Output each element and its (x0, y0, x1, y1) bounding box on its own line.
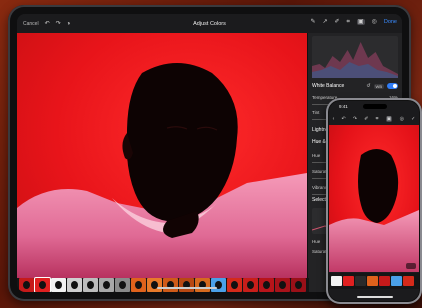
filmstrip-thumb[interactable]: 003 (83, 278, 98, 292)
filmstrip-thumb[interactable]: 010 (195, 278, 210, 292)
thumb-silhouette (279, 281, 286, 289)
phone-portrait-image (329, 149, 419, 272)
crop-icon[interactable]: ⌗ (347, 19, 350, 25)
thumb-silhouette (247, 281, 254, 289)
white-balance-title: White Balance (312, 83, 345, 89)
thumb-silhouette (119, 281, 126, 289)
adjust-colors-icon[interactable]: ▣ (385, 116, 393, 122)
phone-filmstrip-thumb[interactable] (379, 276, 390, 286)
white-balance-toggle[interactable] (387, 83, 398, 89)
home-indicator (157, 287, 217, 289)
filmstrip-thumb[interactable]: 006 (131, 278, 146, 292)
filmstrip-thumb[interactable]: 013 (243, 278, 258, 292)
back-icon[interactable]: ‹ (333, 116, 335, 122)
portrait-image (17, 63, 307, 278)
phone-photo-canvas[interactable] (329, 125, 419, 272)
thumb-silhouette (71, 281, 78, 289)
thumb-silhouette (103, 281, 110, 289)
filmstrip-thumb[interactable]: 004 (99, 278, 114, 292)
tint-label: Tint (312, 110, 320, 115)
phone-filmstrip-thumb[interactable] (367, 276, 378, 286)
undo-icon[interactable]: ↶ (45, 21, 50, 27)
cancel-button[interactable]: Cancel (23, 21, 39, 27)
status-time: 9:41 (339, 104, 348, 109)
thumb-silhouette (231, 281, 238, 289)
pencil-icon[interactable]: ✐ (335, 19, 340, 25)
crop-icon[interactable]: ⌗ (376, 116, 379, 122)
layers-icon[interactable]: ◎ (372, 19, 377, 25)
selective-hue-label: Hue (312, 239, 321, 244)
wb-badge[interactable]: WB (373, 83, 384, 89)
phone-filmstrip (329, 273, 419, 289)
phone-filmstrip-thumb[interactable] (355, 276, 366, 286)
iphone-device: 9:41 ‹ ↶ ↷ ✐ ⌗ ▣ ◎ ✓ (326, 98, 422, 304)
filmstrip-thumb[interactable]: 014 (259, 278, 274, 292)
filmstrip-thumb[interactable] (19, 278, 34, 292)
filmstrip-thumb[interactable]: 011 (211, 278, 226, 292)
filmstrip-thumb[interactable]: 016 (291, 278, 306, 292)
phone-toolbar: ‹ ↶ ↷ ✐ ⌗ ▣ ◎ ✓ (329, 114, 419, 124)
done-button[interactable]: Done (384, 19, 397, 25)
redo-icon[interactable]: ↷ (353, 116, 357, 122)
phone-filmstrip-thumb[interactable] (343, 276, 354, 286)
thumb-silhouette (55, 281, 62, 289)
thumb-silhouette (87, 281, 94, 289)
filmstrip-thumb[interactable]: 007 (147, 278, 162, 292)
thumb-silhouette (263, 281, 270, 289)
undo-icon[interactable]: ↶ (341, 116, 345, 122)
filmstrip-thumb[interactable]: 001 (51, 278, 66, 292)
thumb-silhouette (23, 281, 30, 289)
phone-filmstrip-thumb[interactable] (403, 276, 414, 286)
reset-icon[interactable]: ↺ (366, 83, 370, 89)
adjust-colors-icon[interactable]: ▣ (356, 19, 365, 25)
filmstrip-thumb[interactable]: 008 (163, 278, 178, 292)
pencil-icon[interactable]: ✐ (364, 116, 368, 122)
filmstrip-thumb[interactable]: 080 (34, 277, 51, 292)
filmstrip-thumb[interactable]: 009 (179, 278, 194, 292)
brush-icon[interactable]: ✎ (310, 19, 315, 25)
filmstrip-thumb[interactable]: 005 (115, 278, 130, 292)
redo-icon[interactable]: ↷ (56, 21, 61, 27)
photo-canvas[interactable] (17, 33, 307, 278)
layer-filmstrip: 0800010020030040050060070080090100110120… (17, 277, 309, 292)
filmstrip-thumb[interactable]: 015 (275, 278, 290, 292)
filmstrip-thumb[interactable]: 012 (227, 278, 242, 292)
compare-toggle[interactable] (406, 263, 416, 269)
thumb-silhouette (135, 281, 142, 289)
eyedropper-icon[interactable]: ↗ (322, 19, 327, 25)
layers-icon[interactable]: ◎ (400, 116, 404, 122)
thumb-silhouette (295, 281, 302, 289)
phone-filmstrip-thumb[interactable] (391, 276, 402, 286)
histogram (312, 36, 398, 78)
filmstrip-thumb[interactable]: 002 (67, 278, 82, 292)
phone-filmstrip-thumb[interactable] (331, 276, 342, 286)
compare-icon[interactable]: ◑ (67, 21, 71, 27)
iphone-screen: 9:41 ‹ ↶ ↷ ✐ ⌗ ▣ ◎ ✓ (329, 101, 419, 301)
checkmark-icon[interactable]: ✓ (411, 116, 415, 122)
hue-label: Hue (312, 153, 321, 158)
thumb-silhouette (39, 281, 46, 289)
top-toolbar: Cancel ↶ ↷ ◑ Adjust Colors ✎ ↗ ✐ ⌗ ▣ ◎ D… (17, 14, 402, 33)
phone-home-indicator (357, 296, 393, 298)
dynamic-island (363, 104, 387, 109)
